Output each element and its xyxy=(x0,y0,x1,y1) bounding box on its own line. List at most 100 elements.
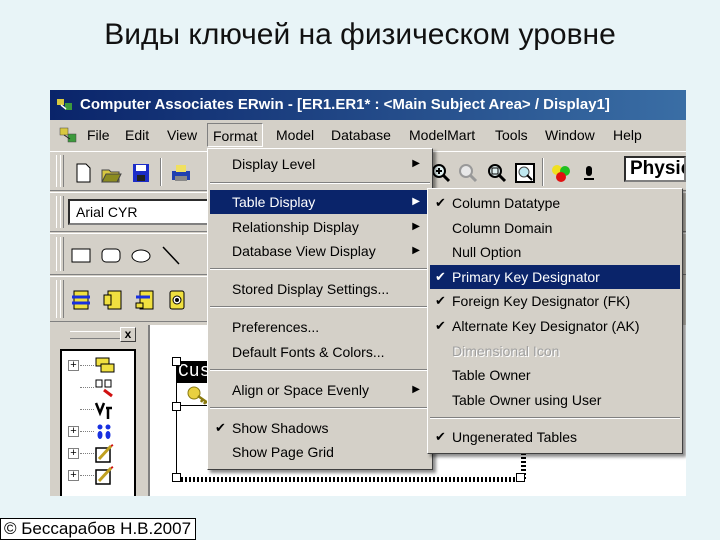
save-icon[interactable] xyxy=(130,162,152,184)
menu-window[interactable]: Window xyxy=(540,123,600,147)
window-titlebar: Computer Associates ERwin - [ER1.ER1* : … xyxy=(50,90,686,120)
rectangle-icon[interactable] xyxy=(70,244,92,266)
tree-connector xyxy=(80,409,94,410)
menu-tools[interactable]: Tools xyxy=(490,123,533,147)
color-icon[interactable] xyxy=(550,162,572,184)
menu-item-label: Preferences... xyxy=(232,319,320,335)
tree-item-relationships[interactable] xyxy=(68,377,132,399)
pane-grip[interactable] xyxy=(70,331,120,339)
line-icon[interactable] xyxy=(160,244,182,266)
toolbar-grip[interactable] xyxy=(60,237,64,271)
resize-handle[interactable] xyxy=(172,473,181,482)
display-level-select[interactable]: Physical xyxy=(624,156,686,182)
toolbar-grip[interactable] xyxy=(60,155,64,187)
menu-item-database-view-display[interactable]: Database View Display ▶ xyxy=(210,239,430,263)
format-menu: Display Level ▶ Table Display ▶ Relationsh… xyxy=(207,148,433,470)
tree-item-defaults[interactable]: + xyxy=(68,443,132,465)
tree-item-subject-areas[interactable]: + xyxy=(68,355,132,377)
resize-handle[interactable] xyxy=(516,473,525,482)
menu-item-show-page-grid[interactable]: Show Page Grid xyxy=(210,440,430,464)
tree-item-domains[interactable]: + xyxy=(68,421,132,443)
menu-help[interactable]: Help xyxy=(608,123,647,147)
document-icon[interactable] xyxy=(58,126,78,144)
menu-item-default-fonts-colors[interactable]: Default Fonts & Colors... xyxy=(210,340,430,364)
relationship-icon xyxy=(95,379,113,398)
pane-close-button[interactable]: x xyxy=(120,327,136,342)
menu-item-label: Table Display xyxy=(232,194,316,210)
toolbar-separator xyxy=(160,158,162,186)
menu-database[interactable]: Database xyxy=(326,123,396,147)
rounded-rectangle-icon[interactable] xyxy=(100,244,122,266)
menu-modelmart[interactable]: ModelMart xyxy=(404,123,480,147)
tree-item-validation-rules[interactable] xyxy=(68,399,132,421)
entity-icon[interactable] xyxy=(70,289,92,311)
copyright-footer: © Бессарабов Н.В.2007 xyxy=(0,518,197,540)
menu-file[interactable]: File xyxy=(82,123,115,147)
font-icon[interactable] xyxy=(578,162,600,184)
menu-item-alternate-key-designator[interactable]: ✔ Alternate Key Designator (AK) xyxy=(430,314,680,338)
menu-item-table-owner-using-user[interactable]: Table Owner using User xyxy=(430,388,680,412)
menu-separator xyxy=(210,306,430,308)
ellipse-icon[interactable] xyxy=(130,244,152,266)
expand-icon[interactable]: + xyxy=(68,426,79,437)
menu-item-column-domain[interactable]: Column Domain xyxy=(430,216,680,240)
expand-icon[interactable]: + xyxy=(68,360,79,371)
print-icon[interactable] xyxy=(170,162,192,184)
resize-handle[interactable] xyxy=(172,402,181,411)
tree-connector xyxy=(80,365,94,366)
menu-item-stored-display-settings[interactable]: Stored Display Settings... xyxy=(210,277,430,301)
menu-item-label: Align or Space Evenly xyxy=(232,382,369,398)
menu-format[interactable]: Format xyxy=(207,123,264,147)
check-icon: ✔ xyxy=(215,420,226,435)
menu-view[interactable]: View xyxy=(162,123,202,147)
submenu-arrow-icon: ▶ xyxy=(412,245,420,256)
menu-item-null-option[interactable]: Null Option xyxy=(430,240,680,264)
menu-item-display-level[interactable]: Display Level ▶ xyxy=(210,152,430,176)
submenu-arrow-icon: ▶ xyxy=(412,196,420,207)
zoom-page-icon[interactable] xyxy=(514,162,536,184)
menu-item-primary-key-designator[interactable]: ✔ Primary Key Designator xyxy=(430,265,680,289)
submenu-arrow-icon: ▶ xyxy=(412,158,420,169)
toolbar-separator xyxy=(542,158,544,186)
menu-item-foreign-key-designator[interactable]: ✔ Foreign Key Designator (FK) xyxy=(430,289,680,313)
menu-separator xyxy=(210,369,430,371)
menu-item-table-owner[interactable]: Table Owner xyxy=(430,363,680,387)
menu-item-show-shadows[interactable]: ✔ Show Shadows xyxy=(210,416,430,440)
entity-import-icon[interactable] xyxy=(134,289,156,311)
expand-icon[interactable]: + xyxy=(68,448,79,459)
menu-item-align-space-evenly[interactable]: Align or Space Evenly ▶ xyxy=(210,378,430,402)
menu-item-table-display[interactable]: Table Display ▶ xyxy=(210,190,430,214)
new-icon[interactable] xyxy=(72,162,94,184)
menu-model[interactable]: Model xyxy=(271,123,319,147)
toolbar-grip[interactable] xyxy=(60,196,64,228)
menu-item-ungenerated-tables[interactable]: ✔ Ungenerated Tables xyxy=(430,425,680,449)
menu-item-label: Column Domain xyxy=(452,220,553,236)
menu-item-label: Database View Display xyxy=(232,243,376,259)
zoom-fit-icon[interactable] xyxy=(486,162,508,184)
resize-handle[interactable] xyxy=(172,357,181,366)
expand-icon[interactable]: + xyxy=(68,470,79,481)
zoom-in-icon[interactable] xyxy=(430,162,452,184)
tree-item-stored-procedures[interactable]: + xyxy=(68,465,132,487)
model-explorer-pane: x + + + + xyxy=(56,325,138,496)
entity-target-icon[interactable] xyxy=(166,289,188,311)
check-icon: ✔ xyxy=(435,318,446,333)
edit-icon xyxy=(95,444,114,463)
submenu-arrow-icon: ▶ xyxy=(412,384,420,395)
menu-item-preferences[interactable]: Preferences... xyxy=(210,315,430,339)
slide-title: Виды ключей на физическом уровне xyxy=(104,18,616,51)
open-icon[interactable] xyxy=(100,162,122,184)
entity-left-icon[interactable] xyxy=(102,289,124,311)
menu-item-label: Foreign Key Designator (FK) xyxy=(452,293,631,309)
menu-bar: File Edit View Format Model Database Mod… xyxy=(50,121,686,149)
menu-item-dimensional-icon: Dimensional Icon xyxy=(430,339,680,363)
menu-item-label: Table Owner using User xyxy=(452,392,602,408)
font-name-input[interactable]: Arial CYR xyxy=(68,199,213,225)
menu-item-column-datatype[interactable]: ✔ Column Datatype xyxy=(430,191,680,215)
menu-edit[interactable]: Edit xyxy=(120,123,154,147)
toolbar-grip[interactable] xyxy=(60,280,64,318)
erwin-app-icon xyxy=(57,99,72,110)
tree-connector xyxy=(80,431,94,432)
menu-item-relationship-display[interactable]: Relationship Display ▶ xyxy=(210,215,430,239)
zoom-out-icon[interactable] xyxy=(457,162,479,184)
